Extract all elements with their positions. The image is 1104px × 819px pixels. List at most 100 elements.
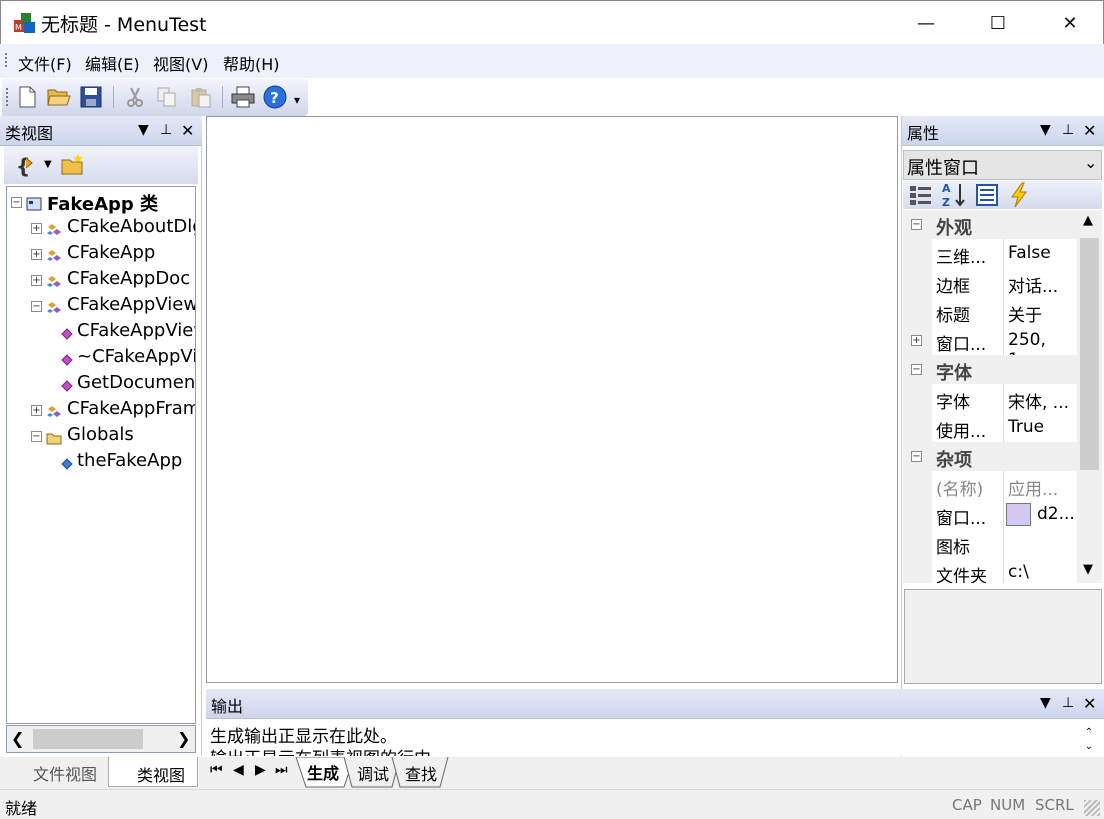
collapse-icon[interactable]: − xyxy=(31,431,42,442)
resize-grip[interactable] xyxy=(1084,800,1100,816)
help-icon[interactable]: ? xyxy=(262,84,288,110)
tree-node[interactable]: + CFakeApp xyxy=(7,241,195,267)
close-button[interactable]: ✕ xyxy=(1047,1,1093,45)
collapse-icon[interactable]: − xyxy=(911,219,922,230)
nav-last-icon[interactable]: ⏭ xyxy=(275,762,288,778)
property-grid[interactable]: −外观三维...False边框对话...标题关于+窗口...250, 1...−… xyxy=(903,210,1102,583)
print-icon[interactable] xyxy=(230,84,256,110)
scroll-thumb[interactable] xyxy=(33,729,143,749)
expand-icon[interactable]: + xyxy=(31,249,42,260)
scroll-down-icon[interactable]: ⌄ xyxy=(1076,740,1102,754)
tab-class-view[interactable]: 类视图 xyxy=(108,757,198,787)
document-editor-area[interactable] xyxy=(206,116,898,683)
pane-pin-icon[interactable]: ⊥ xyxy=(1062,695,1074,711)
tree-node[interactable]: − CFakeAppView xyxy=(7,293,195,319)
tab-find[interactable]: 查找 xyxy=(405,761,437,785)
property-row[interactable]: 文件夹 c:\ xyxy=(903,558,1077,583)
property-row[interactable]: 窗口... d2... xyxy=(903,500,1077,529)
collapse-icon[interactable]: − xyxy=(31,301,42,312)
nav-first-icon[interactable]: ⏮ xyxy=(210,762,223,778)
property-category[interactable]: − 字体 xyxy=(903,355,1077,384)
pane-dropdown-icon[interactable]: ▼ xyxy=(1040,122,1051,138)
property-row[interactable]: 边框 对话... xyxy=(903,268,1077,297)
sort-dropdown-chevron-icon[interactable]: ▼ xyxy=(44,159,52,170)
property-row[interactable]: +窗口...250, 1... xyxy=(903,326,1077,370)
menu-view[interactable]: 视图(V) xyxy=(153,51,208,75)
scroll-up-icon[interactable]: ⌃ xyxy=(1076,726,1102,740)
property-category[interactable]: − 外观 xyxy=(903,210,1077,239)
collapse-icon[interactable]: − xyxy=(911,451,922,462)
maximize-button[interactable]: ☐ xyxy=(975,1,1021,45)
menu-help[interactable]: 帮助(H) xyxy=(223,51,280,75)
tree-node[interactable]: − Globals xyxy=(7,423,195,449)
tree-node[interactable]: + CFakeAppFrame xyxy=(7,397,195,423)
class-tree-horizontal-scrollbar[interactable]: ❮ ❯ xyxy=(6,725,196,753)
property-value[interactable]: 关于 xyxy=(1008,301,1042,326)
property-category[interactable]: − 杂项 xyxy=(903,442,1077,471)
expand-icon[interactable]: + xyxy=(31,405,42,416)
property-row[interactable]: 标题 关于 xyxy=(903,297,1077,326)
pane-pin-icon[interactable]: ⊥ xyxy=(160,122,172,138)
save-icon[interactable] xyxy=(78,84,104,110)
collapse-icon[interactable]: − xyxy=(911,364,922,375)
property-row[interactable]: 三维... False xyxy=(903,239,1077,268)
scroll-down-icon[interactable]: ▼ xyxy=(1083,562,1093,577)
property-value[interactable]: d2... xyxy=(1037,504,1075,524)
class-sort-icon[interactable]: { xyxy=(16,154,38,183)
categorized-icon[interactable] xyxy=(909,184,933,211)
tree-node[interactable]: + CFakeAboutDlg xyxy=(7,215,195,241)
expand-icon[interactable]: + xyxy=(31,275,42,286)
combo-chevron-down-icon[interactable]: ⌄ xyxy=(1084,153,1097,172)
events-lightning-icon[interactable] xyxy=(1009,182,1029,213)
property-pages-icon[interactable] xyxy=(976,184,998,211)
property-row[interactable]: 字体 宋体, ... xyxy=(903,384,1077,413)
new-folder-icon[interactable] xyxy=(60,153,86,182)
tab-file-view[interactable]: 文件视图 xyxy=(33,761,97,785)
paste-icon[interactable] xyxy=(188,84,214,110)
pane-dropdown-icon[interactable]: ▼ xyxy=(138,122,149,138)
tree-node[interactable]: theFakeApp xyxy=(7,449,195,475)
property-value[interactable]: 应用... xyxy=(1008,475,1058,500)
output-spin-scroll[interactable]: ⌃ ⌄ xyxy=(1076,723,1102,756)
pane-dropdown-icon[interactable]: ▼ xyxy=(1040,695,1051,711)
nav-prev-icon[interactable]: ◀ xyxy=(233,762,244,778)
pane-pin-icon[interactable]: ⊥ xyxy=(1062,122,1074,138)
tab-debug[interactable]: 调试 xyxy=(357,761,389,785)
new-file-icon[interactable] xyxy=(14,84,40,110)
class-tree[interactable]: − FakeApp 类 + CFakeAboutDlg + CFakeApp + CFakeA… xyxy=(6,186,196,724)
tree-node[interactable]: CFakeAppView() xyxy=(7,319,195,345)
property-row[interactable]: 使用... True xyxy=(903,413,1077,442)
menu-edit[interactable]: 编辑(E) xyxy=(85,51,140,75)
output-text-list[interactable]: 生成输出正显示在此处。 输出正显示在列表视图的行中 xyxy=(206,723,1074,756)
scroll-up-icon[interactable]: ▲ xyxy=(1083,213,1093,228)
tree-node[interactable]: − FakeApp 类 xyxy=(7,189,195,215)
cut-icon[interactable] xyxy=(122,84,148,110)
property-value[interactable]: False xyxy=(1008,243,1051,263)
properties-object-combo[interactable]: 属性窗口 ⌄ xyxy=(903,150,1102,180)
menubar-grip[interactable] xyxy=(5,53,7,69)
toolbar-grip[interactable] xyxy=(6,88,8,106)
property-row[interactable]: 图标 xyxy=(903,529,1077,558)
property-value[interactable]: 宋体, ... xyxy=(1008,388,1069,413)
pane-close-icon[interactable]: ✕ xyxy=(1083,121,1096,140)
tab-build[interactable]: 生成 xyxy=(307,760,339,784)
tree-node[interactable]: ~CFakeAppView() xyxy=(7,345,195,371)
tree-node[interactable]: GetDocument() xyxy=(7,371,195,397)
property-grid-vertical-scrollbar[interactable]: ▲ ▼ xyxy=(1077,210,1102,583)
scroll-left-icon[interactable]: ❮ xyxy=(11,729,24,748)
property-value[interactable]: 对话... xyxy=(1008,272,1058,297)
open-folder-icon[interactable] xyxy=(46,84,72,110)
collapse-icon[interactable]: − xyxy=(11,197,22,208)
minimize-button[interactable]: — xyxy=(903,1,949,45)
pane-close-icon[interactable]: ✕ xyxy=(181,121,194,140)
pane-close-icon[interactable]: ✕ xyxy=(1083,694,1096,713)
menu-file[interactable]: 文件(F) xyxy=(18,51,72,75)
property-value[interactable]: True xyxy=(1008,417,1044,437)
nav-next-icon[interactable]: ▶ xyxy=(255,762,266,778)
copy-icon[interactable] xyxy=(154,84,180,110)
property-row[interactable]: (名称) 应用... xyxy=(903,471,1077,500)
expand-icon[interactable]: + xyxy=(911,335,922,346)
property-value[interactable]: c:\ xyxy=(1008,562,1029,582)
toolbar-overflow-chevron-icon[interactable]: ▾ xyxy=(294,93,300,107)
scroll-thumb[interactable] xyxy=(1080,238,1099,470)
